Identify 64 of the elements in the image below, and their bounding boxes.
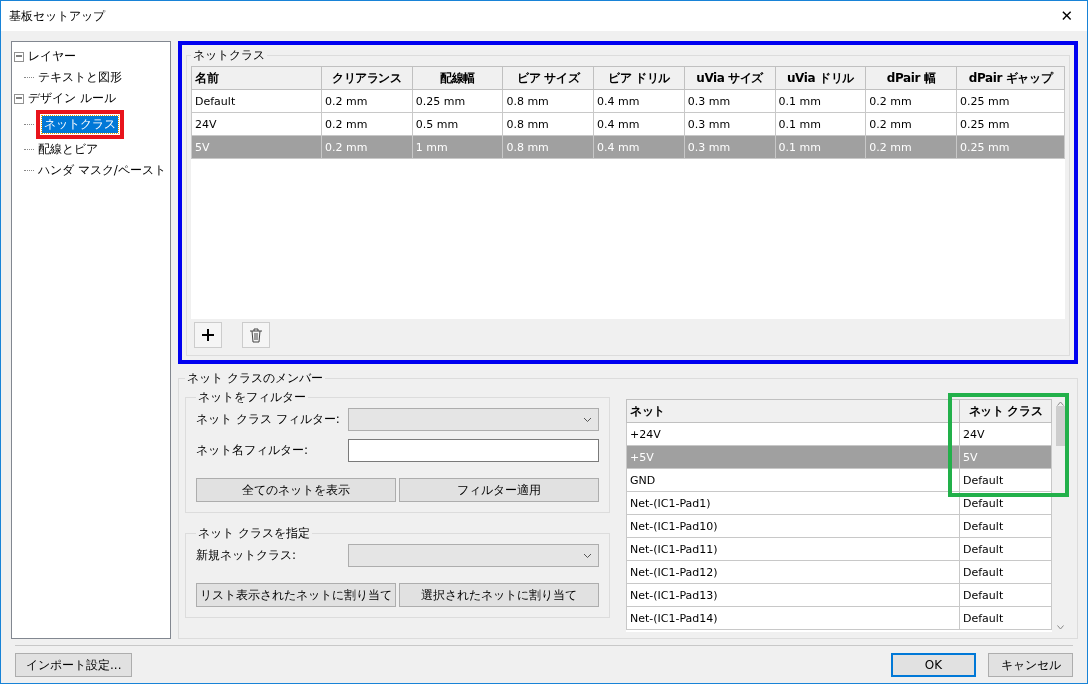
- table-cell: Net-(IC1-Pad10): [626, 514, 960, 538]
- name-filter-field[interactable]: [348, 439, 599, 462]
- ok-button[interactable]: OK: [891, 653, 976, 677]
- cancel-button[interactable]: キャンセル: [988, 653, 1073, 677]
- chevron-down-icon: [583, 416, 592, 423]
- scrollbar-thumb[interactable]: [1056, 406, 1065, 446]
- add-button[interactable]: [194, 322, 222, 348]
- assign-button[interactable]: リスト表示されたネットに割り当て: [196, 583, 396, 607]
- table-cell: Net-(IC1-Pad14): [626, 606, 960, 630]
- table-cell: 24V: [191, 112, 322, 136]
- minus-icon: [16, 94, 22, 101]
- class-filter-dropdown[interactable]: [348, 408, 599, 431]
- column-header[interactable]: dPair 幅: [865, 66, 957, 90]
- tree-item[interactable]: 配線とビア: [36, 141, 100, 158]
- trash-icon: [249, 327, 263, 343]
- tree-item[interactable]: テキストと図形: [36, 69, 124, 86]
- group-title: ネット クラスを指定: [197, 525, 311, 542]
- delete-button[interactable]: [242, 322, 270, 348]
- column-header[interactable]: ネット クラス: [959, 399, 1052, 423]
- column-header[interactable]: ビア サイズ: [502, 66, 594, 90]
- column-header[interactable]: dPair ギャップ: [956, 66, 1065, 90]
- table-cell: Net-(IC1-Pad1): [626, 491, 960, 515]
- table-cell: Net-(IC1-Pad13): [626, 583, 960, 607]
- column-header[interactable]: uVia サイズ: [684, 66, 775, 90]
- assign-button[interactable]: 選択されたネットに割り当て: [399, 583, 599, 607]
- scroll-up-icon[interactable]: [1057, 401, 1064, 406]
- column-header[interactable]: 配線幅: [412, 66, 503, 90]
- chevron-down-icon: [583, 552, 592, 559]
- table-cell: Net-(IC1-Pad12): [626, 560, 960, 584]
- column-header[interactable]: 名前: [191, 66, 322, 90]
- column-header[interactable]: ネット: [626, 399, 960, 423]
- table-cell: GND: [626, 468, 960, 492]
- field-label: ネット クラス フィルター:: [196, 411, 341, 428]
- minus-icon: [16, 52, 22, 59]
- group-title: ネットをフィルター: [197, 389, 307, 406]
- filter-button[interactable]: 全てのネットを表示: [196, 478, 396, 502]
- table-cell: 0.25 mm: [956, 89, 1065, 113]
- table-cell: +5V: [626, 445, 960, 469]
- filter-button[interactable]: フィルター適用: [399, 478, 599, 502]
- tree-item[interactable]: ハンダ マスク/ペースト: [36, 162, 168, 179]
- tree-item[interactable]: ネットクラス: [42, 115, 118, 133]
- import-settings-button[interactable]: インポート設定...: [15, 653, 133, 677]
- plus-icon: [201, 328, 215, 342]
- window-title: 基板セットアップ: [9, 7, 105, 25]
- table-cell: Default: [191, 89, 322, 113]
- group-title: ネット クラスのメンバー: [186, 370, 324, 387]
- close-icon[interactable]: ✕: [1054, 7, 1079, 25]
- new-class-dropdown[interactable]: [348, 544, 599, 567]
- tree-item[interactable]: レイヤー: [26, 48, 78, 65]
- table-cell: +24V: [626, 422, 960, 446]
- field-label: ネット名フィルター:: [196, 442, 310, 459]
- table-cell: Net-(IC1-Pad11): [626, 537, 960, 561]
- table-cell: 5V: [191, 135, 322, 159]
- group-title: ネットクラス: [192, 47, 266, 64]
- table-cell: 0.25 mm: [956, 112, 1065, 136]
- column-header[interactable]: クリアランス: [321, 66, 413, 90]
- table-cell: 0.25 mm: [956, 135, 1065, 159]
- collapse-toggle[interactable]: [14, 93, 24, 104]
- field-label: 新規ネットクラス:: [196, 547, 298, 564]
- collapse-toggle[interactable]: [14, 51, 24, 62]
- scroll-down-icon[interactable]: [1057, 625, 1064, 630]
- tree-item[interactable]: デザイン ルール: [26, 90, 118, 107]
- column-header[interactable]: ビア ドリル: [593, 66, 685, 90]
- column-header[interactable]: uVia ドリル: [775, 66, 866, 90]
